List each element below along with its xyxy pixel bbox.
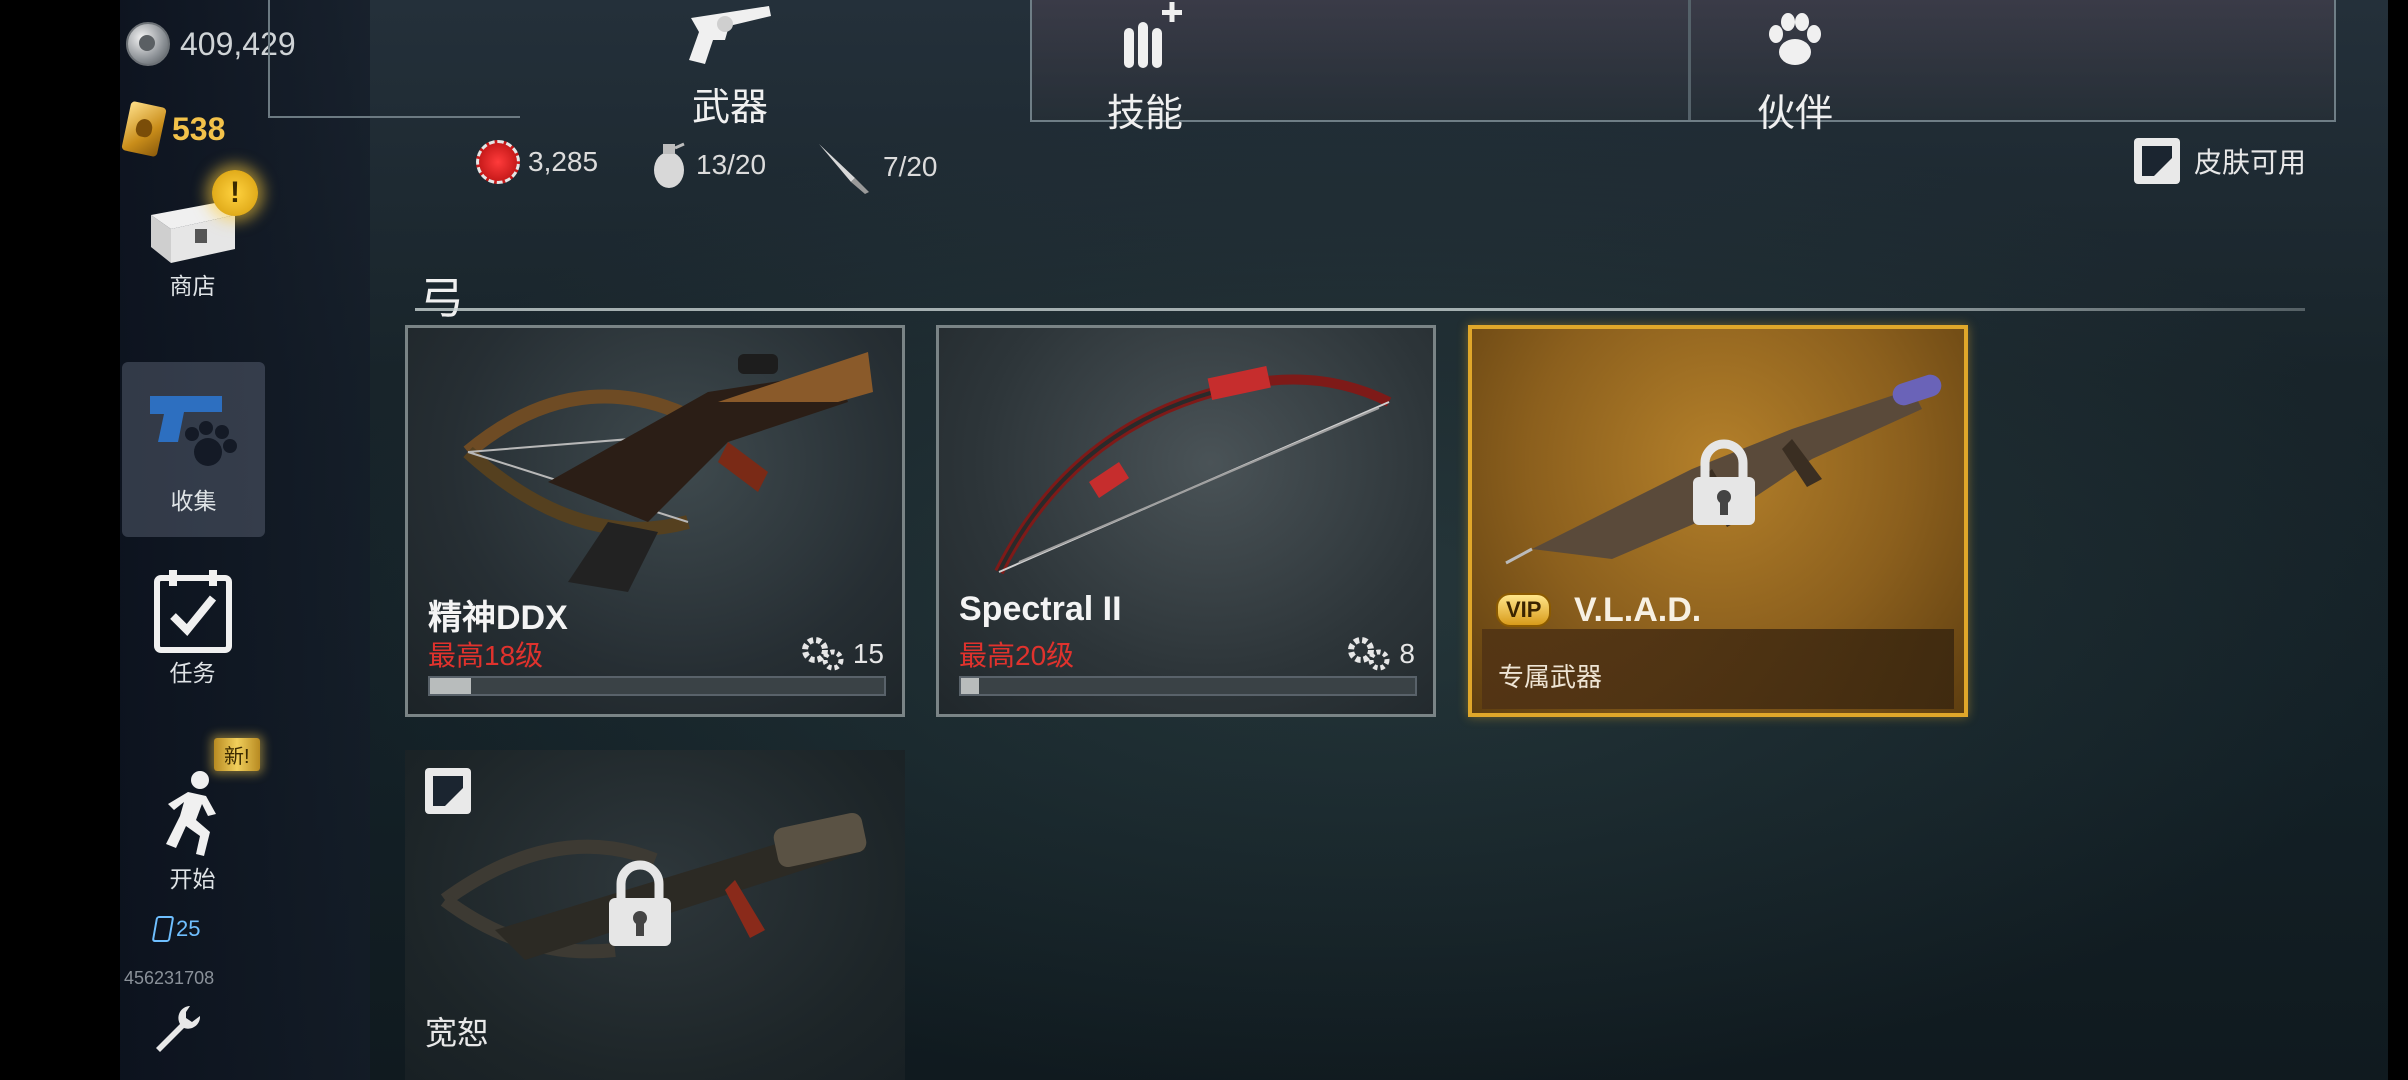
skins-available-toggle[interactable]: 皮肤可用 [2134,138,2306,184]
knife-count: 7/20 [883,151,938,182]
weapon-progress-bar [428,676,886,696]
grenade-count: 13/20 [696,149,767,180]
section-divider [415,308,2305,311]
weapon-card-spectral[interactable]: Spectral II 最高20级 8 [936,325,1436,717]
weapon-name: 宽恕 [425,1015,490,1051]
gold-currency[interactable]: 538 [121,100,226,158]
weapon-subtitle: 专属武器 [1498,662,1603,692]
running-man-icon [165,771,216,856]
silver-currency[interactable]: 409,429 [126,22,296,66]
sidebar-item-shop-label: 商店 [169,273,216,299]
weapon-card-ddx[interactable]: 精神DDX 最高18级 15 [405,325,905,717]
tab-skills[interactable]: 技能 [1035,0,1255,137]
revolver-icon [689,6,771,64]
grenade-resource: 13/20 [650,140,766,190]
silver-coin-icon [126,22,170,66]
weapon-card-vlad[interactable]: VIP V.L.A.D. 专属武器 [1468,325,1968,717]
ticket-amount: 25 [176,916,201,941]
gold-amount: 538 [172,110,226,147]
weapon-parts-count: 15 [852,638,884,669]
badge-count: 3,285 [528,146,599,177]
vip-badge: VIP [1496,593,1552,627]
skins-available-label: 皮肤可用 [2194,147,2307,178]
calendar-check-icon [153,570,232,653]
tab-divider-left [268,0,270,118]
sidebar-item-collect-label: 收集 [170,488,217,514]
gears-icon [801,637,844,671]
sidebar-item-start-label: 开始 [169,866,216,892]
weapon-max-level: 最高20级 [959,640,1075,671]
silver-amount: 409,429 [180,25,296,62]
bow-image [994,365,1392,575]
section-title: 弓 [420,274,464,323]
badge-resource: 3,285 [476,140,598,184]
game-screen: 409,429 538 商店 ! 收集 任务 新! 开始 25 45623170… [120,0,2388,1080]
weapon-max-level: 最高18级 [428,640,544,671]
weapon-parts: 8 [1347,636,1415,672]
lock-icon [609,860,671,946]
weapon-progress-bar [959,676,1417,696]
sidebar-item-start[interactable]: 开始 [120,770,265,894]
weapon-progress-fill [961,678,980,694]
lock-icon [1693,439,1755,525]
ammo-plus-icon [1124,2,1182,68]
weapon-parts-count: 8 [1399,638,1415,669]
weapon-parts: 15 [801,636,884,672]
pistol-paw-icon [149,396,237,466]
tab-skills-label: 技能 [1106,93,1183,135]
crown-badge-icon [476,140,520,184]
sidebar-item-collect[interactable]: 收集 [122,362,265,537]
weapon-name: 精神DDX [428,599,568,637]
gears-icon [1348,637,1390,671]
sidebar-item-tasks[interactable]: 任务 [120,568,265,688]
settings-wrench-icon[interactable] [150,1002,202,1059]
knife-icon [819,144,869,194]
weapon-card-forgiveness[interactable]: 宽恕 [405,750,905,1080]
screen-edge [2388,0,2408,1080]
knife-resource: 7/20 [815,140,938,194]
ticket-count: 25 [151,916,201,942]
paw-icon [1769,13,1821,65]
alert-badge: ! [212,170,258,216]
player-id: 456231708 [124,968,215,988]
wrench-icon [156,1006,201,1052]
tab-underline-left [270,116,520,118]
tab-weapons-label: 武器 [691,87,768,129]
sidebar: 409,429 538 商店 ! 收集 任务 新! 开始 25 45623170… [120,0,370,1080]
crossbow-image [463,352,873,592]
gold-bar-icon [121,100,167,158]
tab-partner[interactable]: 伙伴 [1685,0,1905,137]
ticket-icon [151,916,175,942]
sidebar-item-tasks-label: 任务 [169,660,216,686]
weapon-progress-fill [430,678,471,694]
weapon-name: V.L.A.D. [1574,591,1702,629]
new-badge: 新! [214,738,260,771]
tab-partner-label: 伙伴 [1756,93,1833,135]
weapon-name: Spectral II [959,590,1122,628]
skin-icon [2134,138,2180,184]
grenade-icon [654,142,685,188]
tab-weapons[interactable]: 武器 [620,0,840,131]
